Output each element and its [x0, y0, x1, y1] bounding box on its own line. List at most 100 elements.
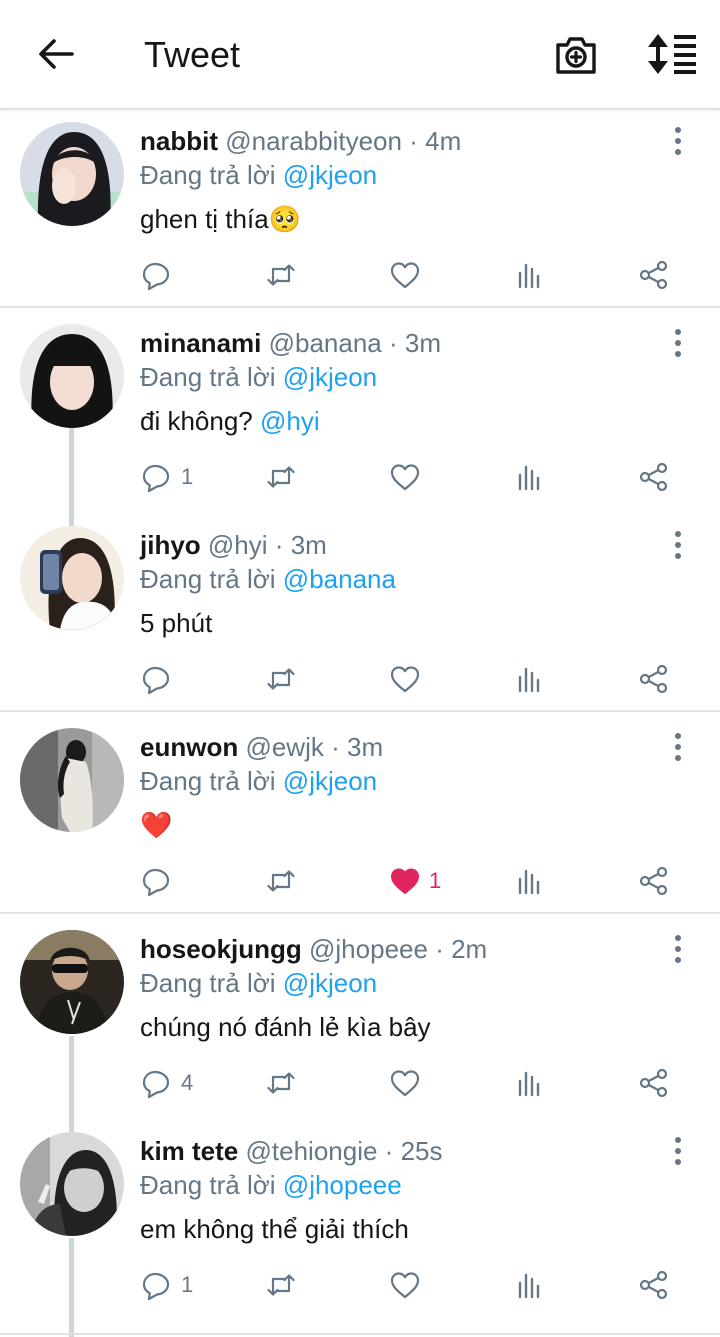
- reply-prefix: Đang trả lời: [140, 564, 276, 594]
- share-button[interactable]: [638, 457, 670, 497]
- retweet-button[interactable]: [265, 1265, 297, 1305]
- timestamp: 3m: [290, 530, 327, 560]
- heart-icon: [389, 1269, 421, 1301]
- more-options-icon[interactable]: [664, 1136, 692, 1166]
- bar-chart-icon: [514, 461, 546, 493]
- retweet-icon: [265, 259, 297, 291]
- reply-count: 4: [181, 1070, 194, 1095]
- more-options-icon[interactable]: [664, 732, 692, 762]
- retweet-icon: [265, 663, 297, 695]
- reply-mention[interactable]: @jkjeon: [283, 362, 377, 392]
- reply-mention[interactable]: @jhopeee: [283, 1170, 402, 1200]
- share-button[interactable]: [638, 861, 670, 901]
- heart-icon: [389, 1067, 421, 1099]
- retweet-button[interactable]: [265, 1063, 297, 1103]
- analytics-button[interactable]: [514, 457, 546, 497]
- camera-plus-icon[interactable]: [554, 34, 598, 76]
- more-options-icon[interactable]: [664, 126, 692, 156]
- reply-mention[interactable]: @jkjeon: [283, 160, 377, 190]
- more-options-icon[interactable]: [664, 328, 692, 358]
- retweet-button[interactable]: [265, 861, 297, 901]
- tweet-header: kim tete @tehiongie · 25s: [140, 1135, 443, 1167]
- user-name[interactable]: nabbit: [140, 126, 218, 156]
- reply-button[interactable]: [141, 255, 181, 295]
- avatar[interactable]: [20, 1132, 124, 1236]
- more-options-icon[interactable]: [664, 530, 692, 560]
- avatar[interactable]: [20, 122, 124, 226]
- divider: [0, 306, 720, 308]
- replying-to: Đang trả lời @jkjeon: [140, 361, 377, 393]
- page-title: Tweet: [144, 34, 241, 75]
- share-button[interactable]: [638, 1063, 670, 1103]
- user-handle[interactable]: @tehiongie: [246, 1136, 378, 1166]
- user-handle[interactable]: @narabbityeon: [225, 126, 402, 156]
- retweet-icon: [265, 1067, 297, 1099]
- user-name[interactable]: minanami: [140, 328, 261, 358]
- reply-icon: [141, 865, 173, 897]
- share-icon: [638, 1269, 670, 1301]
- user-name[interactable]: eunwon: [140, 732, 238, 762]
- avatar[interactable]: [20, 930, 124, 1034]
- tweet-text: đi không? @hyi: [140, 404, 320, 438]
- user-name[interactable]: kim tete: [140, 1136, 238, 1166]
- reply-icon: [141, 663, 173, 695]
- arrow-left-icon[interactable]: [36, 34, 76, 74]
- reply-button[interactable]: [141, 659, 181, 699]
- analytics-button[interactable]: [514, 861, 546, 901]
- reply-button[interactable]: 4: [141, 1063, 193, 1103]
- tweet-actions: [0, 659, 720, 699]
- tweet-text-body: đi không?: [140, 406, 260, 436]
- analytics-button[interactable]: [514, 1063, 546, 1103]
- more-options-icon[interactable]: [664, 934, 692, 964]
- user-name[interactable]: hoseokjungg: [140, 934, 302, 964]
- reply-button[interactable]: 1: [141, 1265, 193, 1305]
- share-button[interactable]: [638, 1265, 670, 1305]
- reply-button[interactable]: 1: [141, 457, 193, 497]
- reply-mention[interactable]: @jkjeon: [283, 968, 377, 998]
- separator-dot: ·: [331, 732, 340, 762]
- avatar[interactable]: [20, 324, 124, 428]
- reply-button[interactable]: [141, 861, 181, 901]
- like-button[interactable]: [389, 659, 429, 699]
- like-button[interactable]: [389, 1063, 429, 1103]
- user-handle[interactable]: @banana: [269, 328, 382, 358]
- reply-mention[interactable]: @banana: [283, 564, 396, 594]
- reply-prefix: Đang trả lời: [140, 766, 276, 796]
- retweet-button[interactable]: [265, 457, 297, 497]
- avatar[interactable]: [20, 728, 124, 832]
- user-handle[interactable]: @ewjk: [245, 732, 323, 762]
- analytics-button[interactable]: [514, 1265, 546, 1305]
- analytics-button[interactable]: [514, 255, 546, 295]
- like-button[interactable]: [389, 457, 429, 497]
- text-mention[interactable]: @hyi: [260, 406, 320, 436]
- like-button[interactable]: [389, 1265, 429, 1305]
- bar-chart-icon: [514, 1269, 546, 1301]
- user-name[interactable]: jihyo: [140, 530, 201, 560]
- tweet-header: jihyo @hyi · 3m: [140, 529, 327, 561]
- divider: [0, 710, 720, 712]
- heart-icon: [389, 663, 421, 695]
- share-button[interactable]: [638, 659, 670, 699]
- top-app-bar: Tweet: [0, 0, 720, 110]
- share-icon: [638, 1067, 670, 1099]
- retweet-button[interactable]: [265, 659, 297, 699]
- like-button[interactable]: [389, 255, 429, 295]
- user-handle[interactable]: @hyi: [208, 530, 268, 560]
- replying-to: Đang trả lời @jkjeon: [140, 967, 377, 999]
- like-button[interactable]: 1: [389, 861, 441, 901]
- reply-mention[interactable]: @jkjeon: [283, 766, 377, 796]
- tweet-header: eunwon @ewjk · 3m: [140, 731, 383, 763]
- bar-chart-icon: [514, 1067, 546, 1099]
- analytics-button[interactable]: [514, 659, 546, 699]
- heart-icon: [389, 461, 421, 493]
- heart-filled-icon: [389, 865, 421, 897]
- sort-icon[interactable]: [646, 33, 698, 75]
- reply-prefix: Đang trả lời: [140, 362, 276, 392]
- avatar[interactable]: [20, 526, 124, 630]
- share-button[interactable]: [638, 255, 670, 295]
- tweet-header: hoseokjungg @jhopeee · 2m: [140, 933, 487, 965]
- reply-prefix: Đang trả lời: [140, 1170, 276, 1200]
- tweet-text: ❤️: [140, 810, 173, 840]
- retweet-button[interactable]: [265, 255, 297, 295]
- user-handle[interactable]: @jhopeee: [309, 934, 428, 964]
